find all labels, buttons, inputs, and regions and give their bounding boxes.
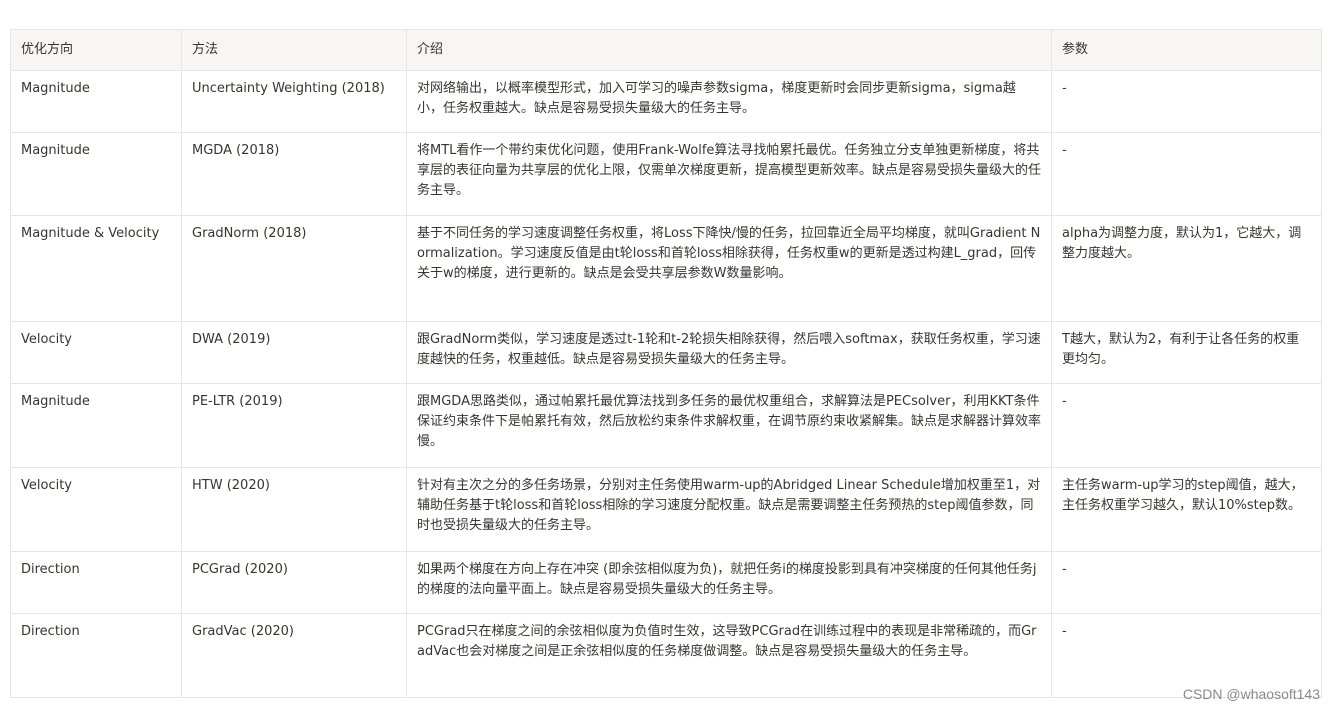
cell-params: 主任务warm-up学习的step阈值，越大，主任务权重学习越久，默认10%st… <box>1051 467 1322 552</box>
cell-method: DWA (2019) <box>181 321 407 384</box>
header-method: 方法 <box>181 29 407 71</box>
cell-direction: Magnitude <box>10 132 182 216</box>
cell-intro: 对网络输出，以概率模型形式，加入可学习的噪声参数sigma，梯度更新时会同步更新… <box>406 70 1052 133</box>
cell-params: - <box>1051 551 1322 614</box>
csdn-watermark: CSDN @whaosoft143 <box>1182 686 1320 702</box>
table-row: Magnitude PE-LTR (2019) 跟MGDA思路类似，通过帕累托最… <box>10 383 1322 468</box>
cell-params: - <box>1051 70 1322 133</box>
cell-intro: 基于不同任务的学习速度调整任务权重，将Loss下降快/慢的任务，拉回靠近全局平均… <box>406 215 1052 322</box>
cell-intro: PCGrad只在梯度之间的余弦相似度为负值时生效，这导致PCGrad在训练过程中… <box>406 613 1052 698</box>
cell-direction: Velocity <box>10 467 182 552</box>
cell-direction: Magnitude <box>10 70 182 133</box>
table-row: Direction GradVac (2020) PCGrad只在梯度之间的余弦… <box>10 613 1322 698</box>
cell-method: MGDA (2018) <box>181 132 407 216</box>
cell-intro: 如果两个梯度在方向上存在冲突 (即余弦相似度为负)，就把任务i的梯度投影到具有冲… <box>406 551 1052 614</box>
cell-params: - <box>1051 613 1322 698</box>
cell-method: HTW (2020) <box>181 467 407 552</box>
cell-direction: Magnitude <box>10 383 182 468</box>
cell-direction: Velocity <box>10 321 182 384</box>
cell-direction: Magnitude & Velocity <box>10 215 182 322</box>
cell-params: T越大，默认为2，有利于让各任务的权重更均匀。 <box>1051 321 1322 384</box>
cell-direction: Direction <box>10 613 182 698</box>
cell-intro: 跟GradNorm类似，学习速度是透过t-1轮和t-2轮损失相除获得，然后喂入s… <box>406 321 1052 384</box>
methods-table: 优化方向 方法 介绍 参数 Magnitude Uncertainty Weig… <box>10 29 1322 698</box>
cell-method: GradVac (2020) <box>181 613 407 698</box>
table-row: Magnitude & Velocity GradNorm (2018) 基于不… <box>10 215 1322 322</box>
cell-params: - <box>1051 383 1322 468</box>
cell-method: Uncertainty Weighting (2018) <box>181 70 407 133</box>
table-row: Magnitude MGDA (2018) 将MTL看作一个带约束优化问题，使用… <box>10 132 1322 216</box>
cell-direction: Direction <box>10 551 182 614</box>
header-intro: 介绍 <box>406 29 1052 71</box>
header-params: 参数 <box>1051 29 1322 71</box>
table-row: Velocity DWA (2019) 跟GradNorm类似，学习速度是透过t… <box>10 321 1322 384</box>
cell-intro: 将MTL看作一个带约束优化问题，使用Frank-Wolfe算法寻找帕累托最优。任… <box>406 132 1052 216</box>
cell-intro: 针对有主次之分的多任务场景，分别对主任务使用warm-up的Abridged L… <box>406 467 1052 552</box>
cell-params: alpha为调整力度，默认为1，它越大，调整力度越大。 <box>1051 215 1322 322</box>
methods-table-container: 优化方向 方法 介绍 参数 Magnitude Uncertainty Weig… <box>10 29 1322 698</box>
cell-method: PE-LTR (2019) <box>181 383 407 468</box>
cell-method: GradNorm (2018) <box>181 215 407 322</box>
cell-params: - <box>1051 132 1322 216</box>
cell-method: PCGrad (2020) <box>181 551 407 614</box>
cell-intro: 跟MGDA思路类似，通过帕累托最优算法找到多任务的最优权重组合，求解算法是PEC… <box>406 383 1052 468</box>
table-row: Magnitude Uncertainty Weighting (2018) 对… <box>10 70 1322 133</box>
table-row: Direction PCGrad (2020) 如果两个梯度在方向上存在冲突 (… <box>10 551 1322 614</box>
table-row: Velocity HTW (2020) 针对有主次之分的多任务场景，分别对主任务… <box>10 467 1322 552</box>
table-header-row: 优化方向 方法 介绍 参数 <box>10 29 1322 71</box>
header-direction: 优化方向 <box>10 29 182 71</box>
